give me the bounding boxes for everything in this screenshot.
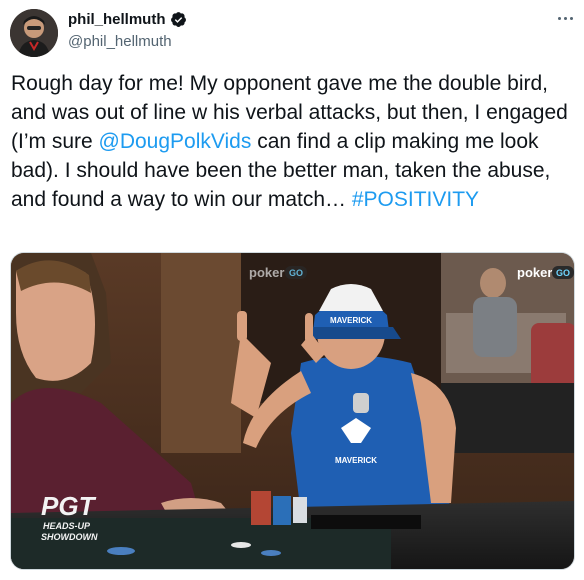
cap-logo-text: MAVERICK: [330, 316, 372, 325]
tweet-text: Rough day for me! My opponent gave me th…: [11, 69, 576, 214]
watermark-right: poker: [517, 265, 552, 280]
more-dot: [569, 16, 573, 20]
profile-photo-icon: [10, 9, 58, 57]
author-display-name[interactable]: phil_hellmuth: [68, 11, 166, 28]
avatar[interactable]: [10, 9, 58, 57]
hashtag-link[interactable]: #POSITIVITY: [352, 188, 479, 211]
event-logo: PGT: [41, 491, 97, 521]
tweet-card: phil_hellmuth @phil_hellmuth Rough day f…: [0, 0, 584, 580]
more-options-button[interactable]: [550, 8, 580, 28]
author-handle[interactable]: @phil_hellmuth: [68, 33, 172, 50]
shirt-logo-text: MAVERICK: [335, 456, 377, 465]
verified-badge-icon: [170, 12, 186, 27]
watermark-right-suffix: GO: [556, 268, 570, 278]
poker-scene-image: MAVERICK MAVERICK poker GO poker GO PGT …: [11, 253, 574, 569]
event-subtitle-1: HEADS-UP: [43, 521, 91, 531]
tweet-media-image[interactable]: MAVERICK MAVERICK poker GO poker GO PGT …: [10, 252, 575, 570]
event-subtitle-2: SHOWDOWN: [41, 532, 98, 542]
watermark-left: poker: [249, 265, 284, 280]
more-horizontal-icon: [557, 16, 561, 20]
mention-link[interactable]: @DougPolkVids: [99, 130, 252, 153]
watermark-left-suffix: GO: [289, 268, 303, 278]
author-name-row: phil_hellmuth: [68, 11, 187, 28]
more-dot: [563, 16, 567, 20]
